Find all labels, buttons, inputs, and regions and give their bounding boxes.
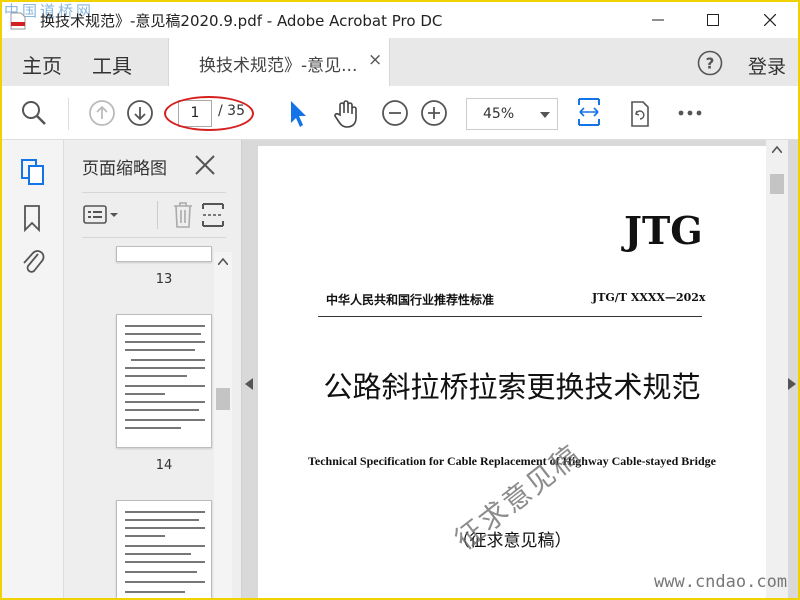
collapse-left-icon[interactable] <box>245 378 253 390</box>
delete-page-icon[interactable] <box>172 201 194 229</box>
panel-title: 页面缩略图 <box>82 159 167 179</box>
document-title: 公路斜拉桥拉索更换技术规范 <box>323 370 701 404</box>
bookmark-icon[interactable] <box>20 204 44 232</box>
previous-page-icon[interactable] <box>88 99 116 127</box>
page-thumbnail[interactable] <box>116 500 212 598</box>
attachment-icon[interactable] <box>20 246 46 276</box>
site-watermark: www.cndao.com <box>654 572 788 592</box>
window-title: 换技术规范》-意见稿2020.9.pdf - Adobe Acrobat Pro… <box>40 12 443 30</box>
scroll-up-icon[interactable] <box>218 258 228 265</box>
toolbar: 1 / 35 45% <box>2 86 798 140</box>
thumbnail-toolbar <box>82 192 226 238</box>
tab-tools[interactable]: 工具 <box>92 50 132 79</box>
thumbnail-scrollbar[interactable] <box>214 252 232 598</box>
chevron-down-icon <box>540 112 550 118</box>
more-options-icon[interactable] <box>676 99 704 127</box>
minimize-button[interactable] <box>635 2 681 38</box>
minimize-icon <box>652 19 664 21</box>
standard-number: JTG/T XXXX—202x <box>592 291 706 304</box>
toolbar-divider <box>157 201 158 229</box>
header-rule <box>318 316 702 317</box>
pdf-file-icon <box>10 12 26 30</box>
navigation-rail <box>2 140 64 598</box>
select-pointer-icon[interactable] <box>285 99 309 129</box>
pdf-page: JTG 中华人民共和国行业推荐性标准 JTG/T XXXX—202x 公路斜拉桥… <box>258 146 766 598</box>
tab-home[interactable]: 主页 <box>22 50 62 79</box>
title-bar: 中国道桥网 换技术规范》-意见稿2020.9.pdf - Adobe Acrob… <box>2 2 798 38</box>
thumbnails-panel: 页面缩略图 13 14 <box>64 140 242 598</box>
tab-bar: 主页 工具 换技术规范》-意见... × ? 登录 <box>2 38 798 86</box>
document-tab-label: 换技术规范》-意见... <box>199 56 358 76</box>
extract-page-icon[interactable] <box>200 201 226 229</box>
close-tab-icon[interactable]: × <box>368 50 382 70</box>
close-panel-icon[interactable] <box>194 154 216 176</box>
close-window-button[interactable] <box>747 2 793 38</box>
svg-text:?: ? <box>706 55 715 73</box>
thumbnail-page-number: 14 <box>155 458 173 473</box>
page-annotation-circle <box>164 96 254 131</box>
toolbar-divider <box>68 98 69 130</box>
search-icon[interactable] <box>20 99 48 127</box>
scrollbar-thumb[interactable] <box>770 174 784 194</box>
standard-code: JTG <box>624 208 703 253</box>
page-thumbnail[interactable] <box>116 246 212 262</box>
zoom-in-icon[interactable] <box>420 99 448 127</box>
zoom-out-icon[interactable] <box>381 99 409 127</box>
zoom-value: 45% <box>483 106 515 122</box>
standard-type: 中华人民共和国行业推荐性标准 <box>326 293 495 307</box>
scroll-up-icon[interactable] <box>772 146 782 153</box>
english-title: Technical Specification for Cable Replac… <box>308 454 716 468</box>
rotate-page-icon[interactable] <box>626 99 654 129</box>
page-thumbnail[interactable] <box>116 314 212 448</box>
login-button[interactable]: 登录 <box>748 52 786 79</box>
next-page-icon[interactable] <box>126 99 154 127</box>
fit-page-icon[interactable] <box>576 96 602 128</box>
document-view: JTG 中华人民共和国行业推荐性标准 JTG/T XXXX—202x 公路斜拉桥… <box>242 140 798 598</box>
zoom-dropdown[interactable]: 45% <box>466 98 558 130</box>
collapse-right-icon[interactable] <box>788 378 796 390</box>
hand-tool-icon[interactable] <box>331 99 361 129</box>
maximize-button[interactable] <box>690 2 736 38</box>
page-thumbnails-icon[interactable] <box>20 158 46 186</box>
tab-document[interactable]: 换技术规范》-意见... × <box>168 38 390 86</box>
document-scrollbar[interactable] <box>766 140 788 598</box>
thumbnail-page-number: 13 <box>155 272 173 287</box>
draft-label: （征求意见稿） <box>452 531 572 551</box>
maximize-icon <box>707 14 719 26</box>
scrollbar-thumb[interactable] <box>216 388 230 410</box>
thumbnail-options-icon[interactable] <box>82 203 122 227</box>
close-icon <box>764 14 776 26</box>
help-icon[interactable]: ? <box>697 50 723 76</box>
acrobat-window: 中国道桥网 换技术规范》-意见稿2020.9.pdf - Adobe Acrob… <box>2 2 798 598</box>
